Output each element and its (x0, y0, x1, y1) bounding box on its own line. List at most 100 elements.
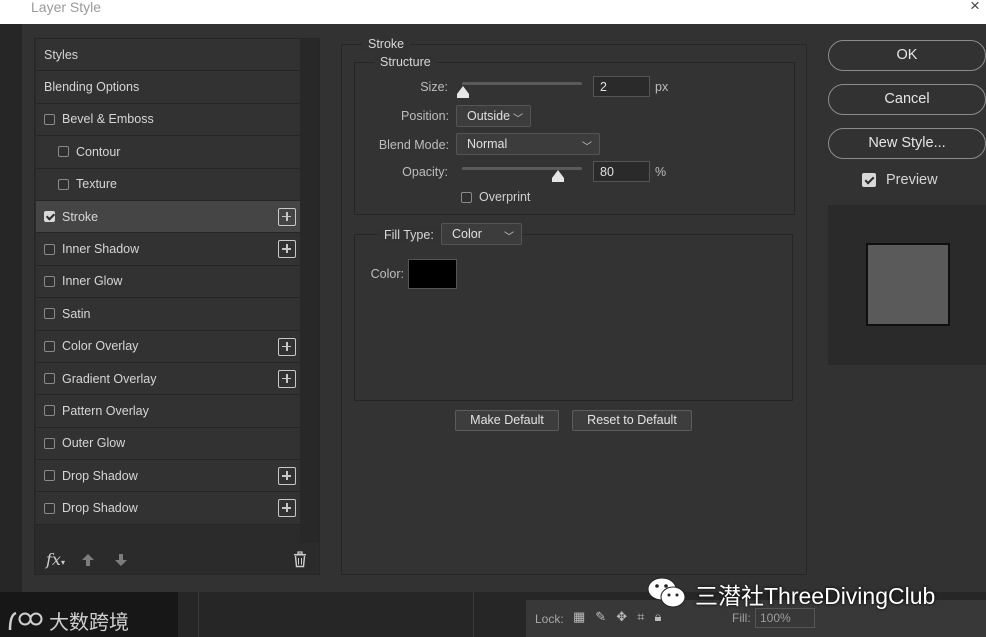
style-item-label: Gradient Overlay (62, 371, 157, 386)
style-checkbox[interactable] (58, 146, 69, 158)
style-item-label: Color Overlay (62, 339, 139, 354)
style-item-inner-shadow[interactable]: Inner Shadow (36, 233, 300, 266)
style-checkbox[interactable] (44, 211, 55, 223)
add-effect-icon[interactable] (278, 240, 296, 259)
watermark-logo-icon (8, 611, 43, 630)
style-checkbox[interactable] (44, 243, 55, 255)
trash-icon[interactable] (292, 551, 308, 571)
style-checkbox[interactable] (58, 178, 69, 190)
move-up-icon[interactable] (81, 553, 95, 567)
overprint-label: Overprint (479, 190, 531, 204)
style-checkbox[interactable] (44, 405, 55, 417)
lock-icons: ▦ ✎ ✥ ⌗ 🔒︎ (573, 609, 661, 625)
opacity-label: Opacity: (402, 165, 448, 179)
add-effect-icon[interactable] (278, 369, 296, 388)
add-effect-icon[interactable] (278, 467, 296, 486)
ok-button[interactable]: OK (828, 40, 986, 71)
style-item-label: Pattern Overlay (62, 403, 149, 418)
style-item-satin[interactable]: Satin (36, 298, 300, 331)
style-item-label: Contour (76, 144, 121, 159)
style-item-pattern-overlay[interactable]: Pattern Overlay (36, 395, 300, 428)
preview-label: Preview (886, 172, 938, 188)
style-item-label: Bevel & Emboss (62, 112, 154, 127)
reset-to-default-button[interactable]: Reset to Default (572, 410, 692, 431)
size-input[interactable]: 2 (593, 76, 650, 97)
cancel-button[interactable]: Cancel (828, 84, 986, 115)
move-down-icon[interactable] (114, 553, 128, 567)
position-label: Position: (401, 109, 449, 123)
lock-transparent-icon[interactable]: ▦ (573, 609, 585, 625)
fill-input[interactable]: 100% (755, 608, 815, 628)
fill-type-select[interactable]: Color ﹀ (441, 223, 522, 245)
style-checkbox[interactable] (44, 308, 55, 320)
watermark-right-text: 三潜社ThreeDivingClub (695, 583, 936, 609)
style-item-gradient-overlay[interactable]: Gradient Overlay (36, 362, 300, 396)
style-item-label: Satin (62, 306, 91, 321)
add-effect-icon[interactable] (278, 337, 296, 356)
position-select[interactable]: Outside ﹀ (456, 105, 531, 127)
style-item-inner-glow[interactable]: Inner Glow (36, 265, 300, 299)
style-item-bevel-emboss[interactable]: Bevel & Emboss (36, 103, 300, 137)
blend-mode-label: Blend Mode: (378, 138, 449, 152)
styles-list: Styles Blending Options Bevel & Emboss Cont… (36, 39, 300, 525)
style-checkbox[interactable] (44, 437, 55, 449)
style-checkbox[interactable] (44, 340, 55, 352)
style-item-label: Stroke (62, 209, 99, 224)
size-slider-thumb[interactable] (457, 86, 469, 98)
close-icon[interactable]: × (970, 0, 986, 16)
style-item-color-overlay[interactable]: Color Overlay (36, 330, 300, 363)
style-item-drop-shadow[interactable]: Drop Shadow (36, 460, 300, 493)
style-item-label: Styles (44, 47, 79, 62)
lock-artboard-icon[interactable]: ⌗ (637, 609, 644, 625)
overprint-check[interactable] (461, 191, 472, 203)
add-effect-icon[interactable] (278, 207, 296, 226)
left-edge (0, 24, 22, 637)
make-default-button[interactable]: Make Default (455, 410, 559, 431)
new-style-button[interactable]: New Style... (828, 128, 986, 159)
style-item-drop-shadow[interactable]: Drop Shadow (36, 492, 300, 525)
opacity-slider-thumb[interactable] (552, 170, 564, 182)
lock-move-icon[interactable]: ✥ (616, 609, 627, 625)
preview-check[interactable] (862, 173, 876, 187)
preview-checkbox[interactable]: Preview (862, 172, 938, 188)
window-title: Layer Style (31, 0, 102, 15)
styles-toolbar: fx▾ (34, 545, 320, 575)
lock-label: Lock: (535, 612, 564, 626)
chevron-down-icon: ﹀ (582, 142, 592, 153)
add-effect-icon[interactable] (278, 499, 296, 518)
style-item-styles[interactable]: Styles (36, 39, 300, 72)
style-item-label: Blending Options (44, 80, 140, 95)
color-label: Color: (370, 267, 404, 281)
opacity-slider-track[interactable] (462, 167, 582, 170)
size-slider-track[interactable] (462, 82, 582, 85)
style-item-blending-options[interactable]: Blending Options (36, 71, 300, 104)
style-item-texture[interactable]: Texture (36, 168, 300, 201)
blend-mode-select[interactable]: Normal ﹀ (456, 133, 600, 155)
stroke-group-title: Stroke (362, 37, 411, 51)
style-item-contour[interactable]: Contour (36, 136, 300, 169)
style-item-stroke[interactable]: Stroke (36, 200, 300, 234)
opacity-input[interactable]: 80 (593, 161, 650, 182)
styles-scrollbar[interactable] (300, 39, 319, 543)
style-item-label: Inner Glow (62, 274, 123, 289)
watermark-left: 大数跨境 (7, 606, 129, 635)
style-checkbox[interactable] (44, 470, 55, 482)
color-swatch[interactable] (408, 259, 457, 289)
style-item-label: Outer Glow (62, 436, 126, 451)
size-label: Size: (420, 80, 448, 94)
chevron-down-icon: ﹀ (513, 114, 523, 125)
style-checkbox[interactable] (44, 373, 55, 385)
style-item-label: Drop Shadow (62, 501, 138, 516)
fx-icon[interactable]: fx▾ (46, 550, 65, 569)
style-checkbox[interactable] (44, 502, 55, 514)
style-item-outer-glow[interactable]: Outer Glow (36, 427, 300, 461)
lock-brush-icon[interactable]: ✎ (595, 609, 606, 625)
style-item-label: Inner Shadow (62, 242, 140, 257)
lock-all-icon[interactable]: 🔒︎ (654, 609, 661, 625)
style-checkbox[interactable] (44, 113, 55, 125)
style-checkbox[interactable] (44, 275, 55, 287)
chevron-down-icon: ﹀ (504, 232, 514, 243)
overprint-checkbox[interactable]: Overprint (461, 190, 530, 204)
wechat-icon (647, 577, 686, 608)
background-panel-middle (198, 592, 474, 637)
